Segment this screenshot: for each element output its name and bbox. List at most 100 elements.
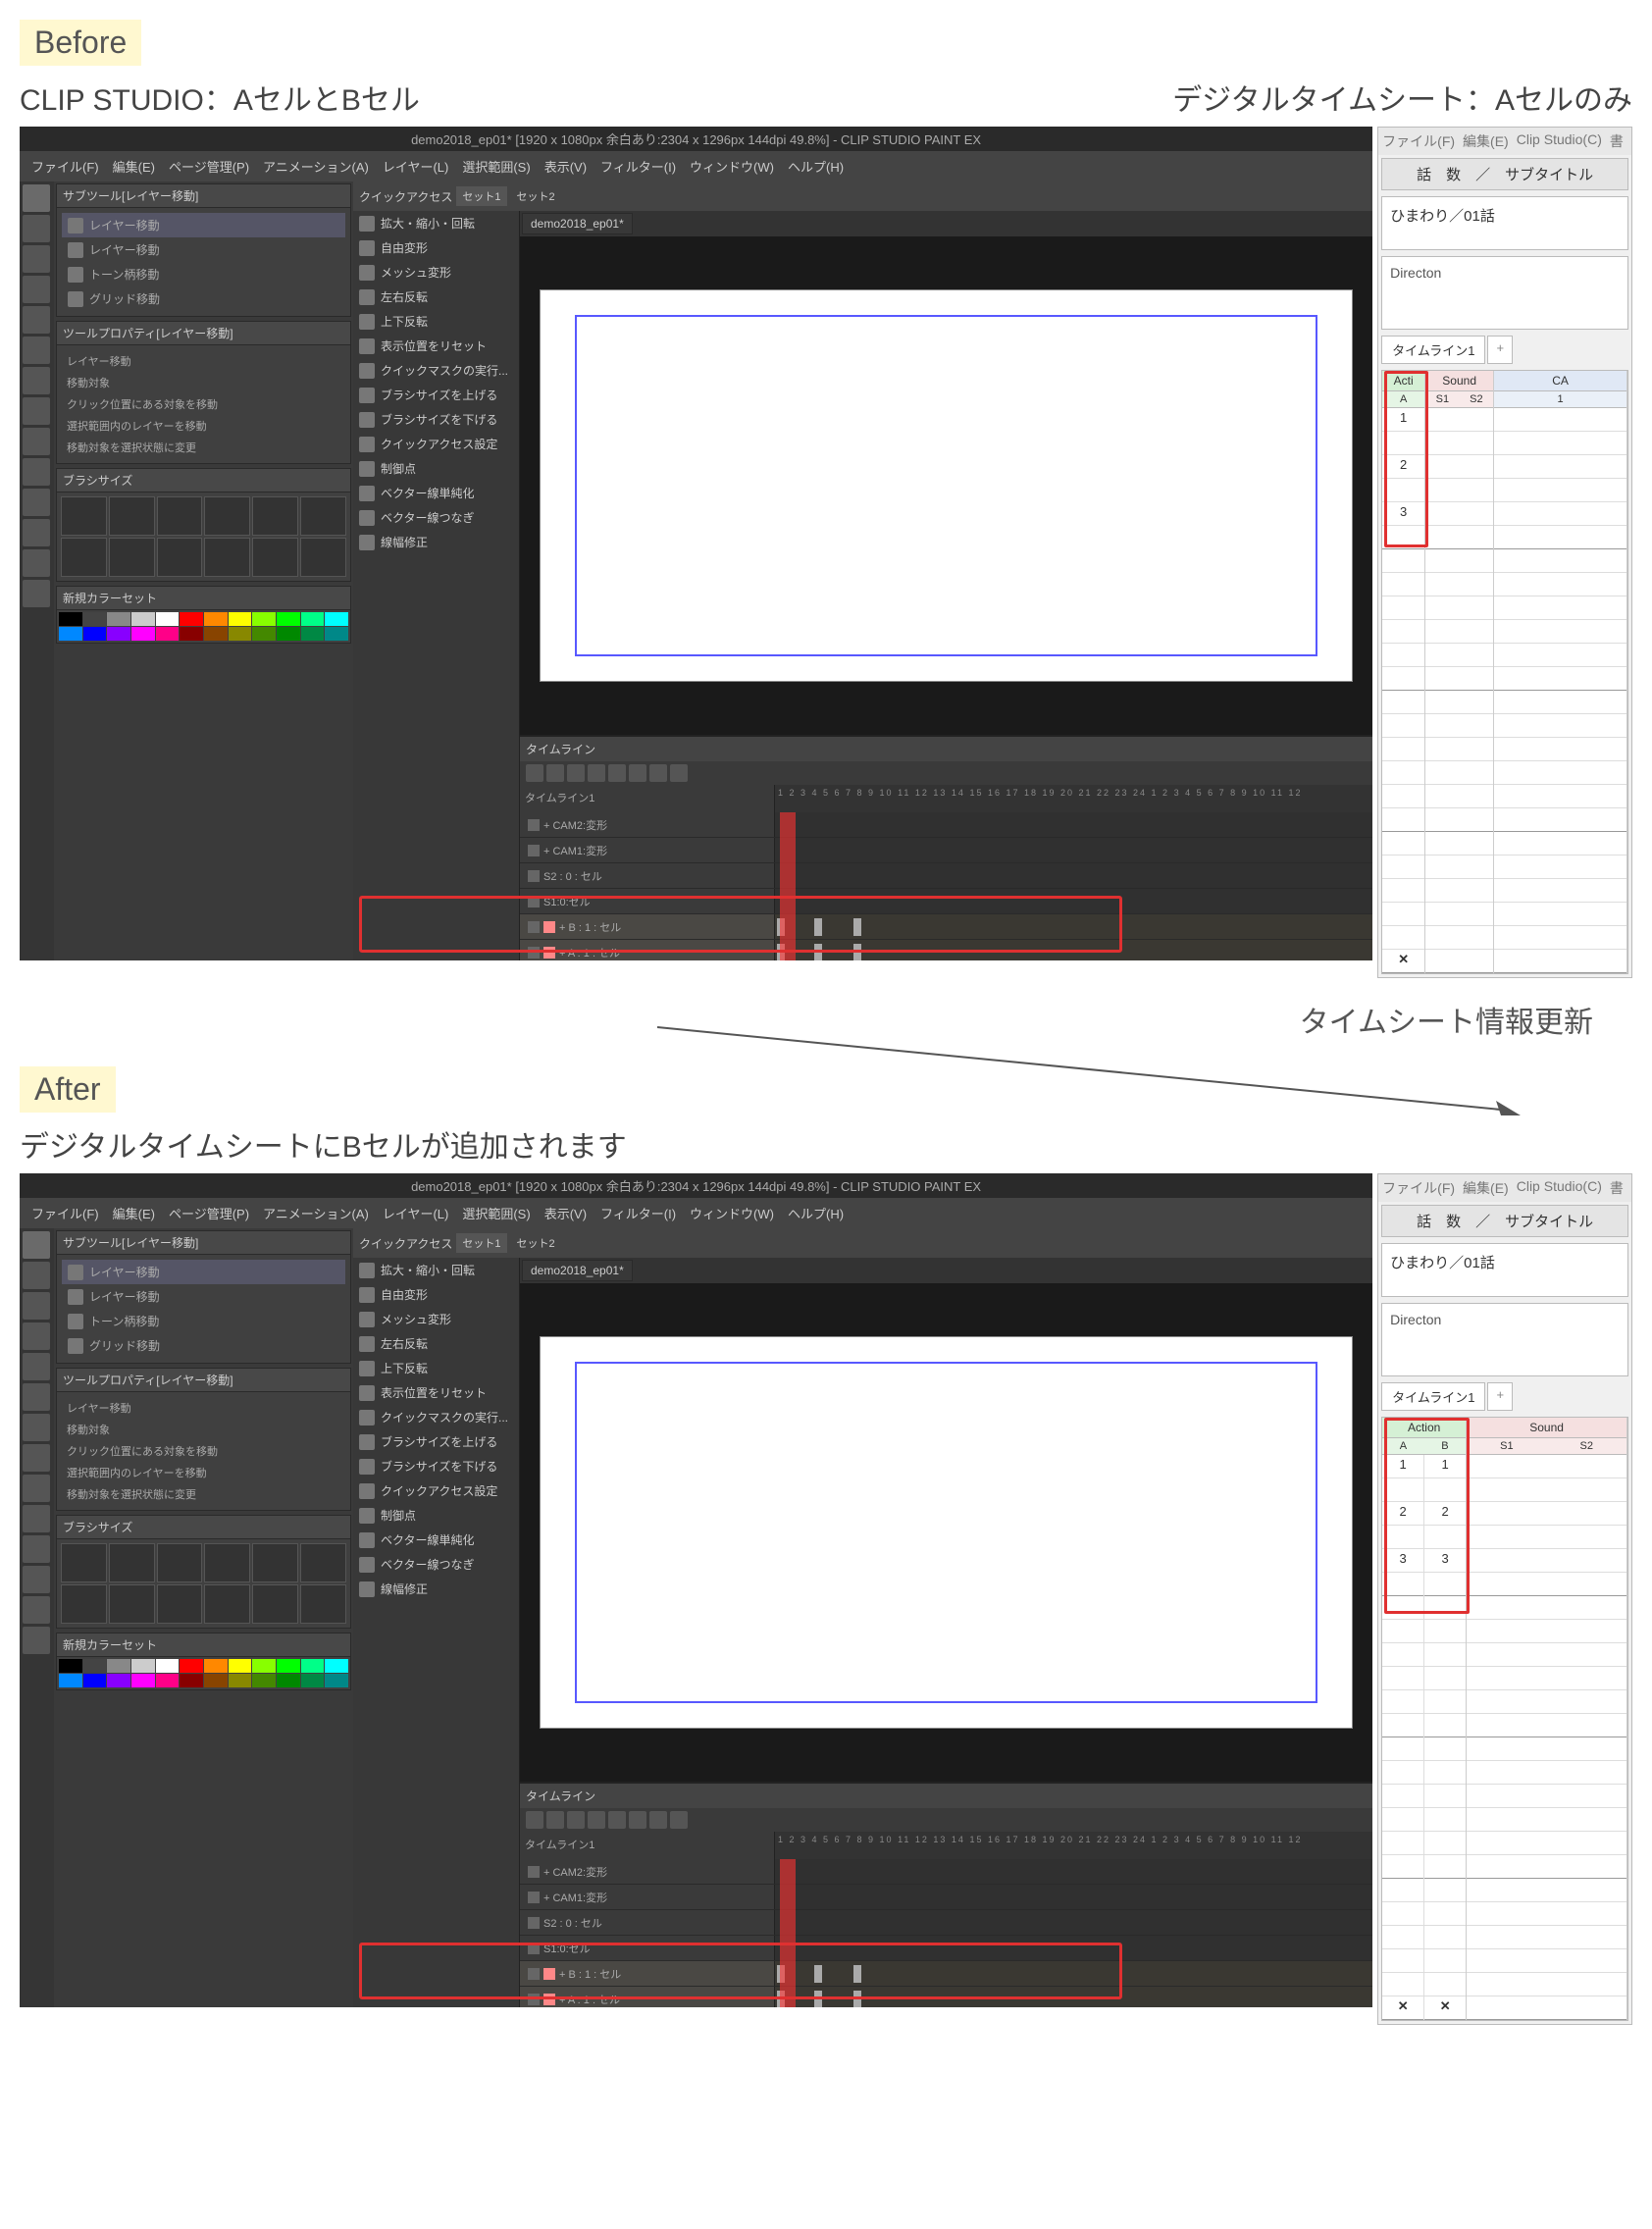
qa-item[interactable]: ベクター線単純化 xyxy=(353,481,519,505)
ts-cell[interactable] xyxy=(1424,1879,1466,1902)
color-swatch[interactable] xyxy=(59,612,82,626)
qa-item[interactable]: クイックアクセス設定 xyxy=(353,432,519,456)
color-swatch[interactable] xyxy=(156,1674,180,1687)
ts-cell[interactable] xyxy=(1494,785,1626,808)
ts-cell[interactable] xyxy=(1425,785,1493,808)
color-swatch[interactable] xyxy=(229,1659,252,1673)
tool-icon[interactable] xyxy=(23,458,50,486)
ts-cell[interactable] xyxy=(1382,620,1424,644)
menu-item[interactable]: 編集(E) xyxy=(1463,1178,1509,1198)
color-swatch[interactable] xyxy=(180,627,203,641)
ts-cell[interactable] xyxy=(1382,1926,1423,1949)
set-tab[interactable]: セット1 xyxy=(456,1233,506,1253)
qa-item[interactable]: クイックアクセス設定 xyxy=(353,1478,519,1503)
ts-cell[interactable] xyxy=(1382,926,1424,950)
ts-tab[interactable]: タイムライン1 xyxy=(1381,1382,1485,1411)
color-swatch[interactable] xyxy=(83,627,107,641)
menu-item[interactable]: 選択範囲(S) xyxy=(456,1202,536,1224)
color-swatch[interactable] xyxy=(229,627,252,641)
ts-cell[interactable] xyxy=(1494,832,1626,855)
menu-item[interactable]: アニメーション(A) xyxy=(257,155,375,178)
menu-item[interactable]: ファイル(F) xyxy=(1382,131,1455,151)
ts-cell[interactable] xyxy=(1494,479,1626,502)
tool-icon[interactable] xyxy=(23,245,50,273)
menu-item[interactable]: 編集(E) xyxy=(107,155,161,178)
tl-btn-icon[interactable] xyxy=(629,1811,646,1829)
color-swatch[interactable] xyxy=(59,1674,82,1687)
ts-cell[interactable] xyxy=(1382,1714,1423,1737)
ts-cell[interactable] xyxy=(1467,1643,1626,1667)
ts-cell[interactable] xyxy=(1382,832,1424,855)
ts-cell[interactable] xyxy=(1382,644,1424,667)
ts-cell[interactable] xyxy=(1494,691,1626,714)
subtool-item[interactable]: レイヤー移動 xyxy=(62,213,345,237)
ts-cell[interactable] xyxy=(1494,620,1626,644)
tool-icon[interactable] xyxy=(23,367,50,394)
expand-icon[interactable] xyxy=(528,1917,540,1929)
set-tab[interactable]: セット1 xyxy=(456,186,506,206)
menu-item[interactable]: Clip Studio(C) xyxy=(1517,1178,1602,1198)
menu-item[interactable]: 書 xyxy=(1610,1178,1624,1198)
color-swatch[interactable] xyxy=(107,627,130,641)
color-swatch[interactable] xyxy=(204,1674,228,1687)
tool-icon[interactable] xyxy=(23,1353,50,1380)
tool-icon[interactable] xyxy=(23,1596,50,1624)
ts-cell[interactable] xyxy=(1382,785,1424,808)
timeline-track[interactable]: S2 : 0 : セル xyxy=(520,863,1372,889)
qa-item[interactable]: 自由変形 xyxy=(353,235,519,260)
ts-cell[interactable] xyxy=(1467,1902,1626,1926)
color-swatch[interactable] xyxy=(107,1659,130,1673)
color-swatch[interactable] xyxy=(301,612,325,626)
ts-cell[interactable] xyxy=(1425,455,1493,479)
color-swatch[interactable] xyxy=(277,1674,300,1687)
ts-cell[interactable] xyxy=(1382,1973,1423,1996)
prop-item[interactable]: 選択範囲内のレイヤーを移動 xyxy=(62,1462,345,1483)
tl-btn-icon[interactable] xyxy=(649,1811,667,1829)
ts-cell[interactable] xyxy=(1425,526,1493,549)
expand-icon[interactable] xyxy=(528,1892,540,1903)
subtool-item[interactable]: レイヤー移動 xyxy=(62,1284,345,1309)
frame-numbers[interactable]: 1 2 3 4 5 6 7 8 9 10 11 12 13 14 15 16 1… xyxy=(775,785,1372,812)
ts-cell[interactable] xyxy=(1425,903,1493,926)
ts-cell[interactable] xyxy=(1425,644,1493,667)
tool-icon[interactable] xyxy=(23,580,50,607)
ts-cell[interactable] xyxy=(1467,1832,1626,1855)
ts-cell[interactable] xyxy=(1425,926,1493,950)
brush-grid[interactable] xyxy=(57,1539,350,1628)
ts-cell[interactable] xyxy=(1494,549,1626,573)
ts-cell[interactable] xyxy=(1382,1667,1423,1690)
color-swatch[interactable] xyxy=(325,1659,348,1673)
ts-cell[interactable] xyxy=(1424,1761,1466,1785)
ts-cell[interactable] xyxy=(1424,1690,1466,1714)
color-palette[interactable] xyxy=(57,1657,350,1689)
qa-item[interactable]: ベクター線つなぎ xyxy=(353,1552,519,1577)
menu-item[interactable]: レイヤー(L) xyxy=(377,1202,455,1224)
tool-icon[interactable] xyxy=(23,1231,50,1259)
subtool-item[interactable]: トーン柄移動 xyxy=(62,1309,345,1333)
tool-icon[interactable] xyxy=(23,1322,50,1350)
color-swatch[interactable] xyxy=(180,612,203,626)
ts-cell[interactable] xyxy=(1494,596,1626,620)
expand-icon[interactable] xyxy=(528,819,540,831)
menu-item[interactable]: ヘルプ(H) xyxy=(782,1202,850,1224)
ts-cell[interactable] xyxy=(1424,1808,1466,1832)
ts-cell[interactable] xyxy=(1494,408,1626,432)
stop-icon[interactable] xyxy=(546,764,564,782)
ts-cell[interactable] xyxy=(1467,1879,1626,1902)
ts-cell[interactable] xyxy=(1425,408,1493,432)
canvas[interactable] xyxy=(540,1336,1353,1729)
color-swatch[interactable] xyxy=(252,1659,276,1673)
qa-item[interactable]: 拡大・縮小・回転 xyxy=(353,211,519,235)
ts-cell[interactable] xyxy=(1494,950,1626,973)
ts-cell[interactable] xyxy=(1382,596,1424,620)
menu-item[interactable]: ウィンドウ(W) xyxy=(684,1202,780,1224)
menu-item[interactable]: Clip Studio(C) xyxy=(1517,131,1602,151)
timeline-track[interactable]: S2 : 0 : セル xyxy=(520,1910,1372,1936)
color-swatch[interactable] xyxy=(83,1659,107,1673)
ts-cell[interactable] xyxy=(1382,1808,1423,1832)
menu-item[interactable]: 書 xyxy=(1610,131,1624,151)
ts-cell[interactable] xyxy=(1382,855,1424,879)
menu-item[interactable]: レイヤー(L) xyxy=(377,155,455,178)
ts-cell[interactable] xyxy=(1494,644,1626,667)
subtool-item[interactable]: グリッド移動 xyxy=(62,286,345,311)
